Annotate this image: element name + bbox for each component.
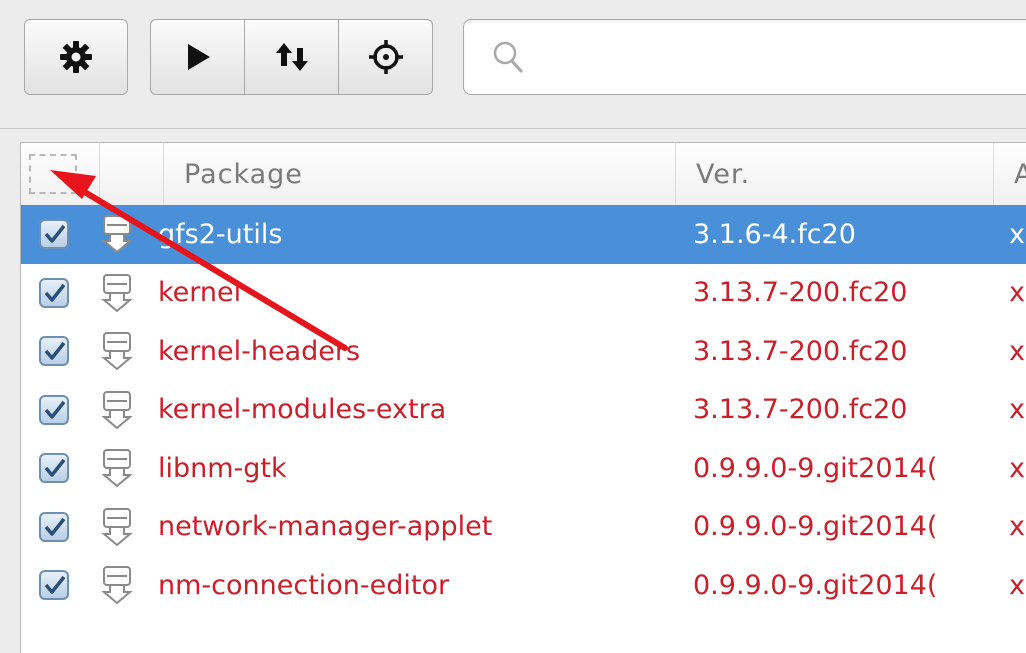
row-checkbox[interactable] [39,219,69,250]
package-name: kernel-modules-extra [158,394,447,426]
play-icon [187,44,210,70]
checkmark-icon [44,342,66,360]
column-header-version: Ver. [696,158,751,190]
gear-icon [60,41,92,73]
package-arch: x [1009,335,1025,367]
run-button[interactable] [150,19,245,95]
target-button[interactable] [338,19,433,95]
table-row[interactable]: network-manager-applet 0.9.9.0-9.git2014… [21,498,1026,557]
package-arch: x [1009,452,1025,484]
search-field[interactable] [463,19,1026,95]
checkmark-icon [44,576,66,594]
package-version: 0.9.9.0-9.git2014( [693,452,938,484]
action-button-group [150,19,434,95]
row-checkbox[interactable] [39,570,69,601]
row-checkbox[interactable] [39,277,69,308]
header-version-column[interactable]: Ver. [675,143,993,205]
table-body: gfs2-utils 3.1.6-4.fc20 x kernel 3.13.7-… [21,205,1026,615]
checkmark-icon [44,459,66,477]
checkmark-icon [44,517,66,536]
settings-button[interactable] [24,19,128,95]
search-input[interactable] [534,30,1026,86]
package-update-icon [101,273,133,313]
package-update-icon [101,449,133,488]
up-down-arrows-icon [275,43,308,71]
crosshair-icon [368,40,403,74]
package-arch: x [1009,277,1025,309]
package-update-icon [101,507,133,547]
column-header-arch: A [1014,158,1026,190]
package-table: Package Ver. A gfs2-utils 3.1.6-4.fc20 x… [20,142,1026,653]
header-select-column [21,143,99,205]
table-row[interactable]: gfs2-utils 3.1.6-4.fc20 x [21,205,1026,264]
header-package-column[interactable]: Package [163,143,675,205]
search-icon [493,41,523,73]
package-version: 0.9.9.0-9.git2014( [693,569,938,601]
row-checkbox[interactable] [39,453,69,484]
table-row[interactable]: libnm-gtk 0.9.9.0-9.git2014( x [21,439,1026,498]
header-icon-column[interactable] [99,143,163,205]
checkmark-icon [44,400,66,419]
update-button[interactable] [244,19,339,95]
table-row[interactable]: nm-connection-editor 0.9.9.0-9.git2014( … [21,556,1026,615]
package-version: 3.1.6-4.fc20 [693,218,856,250]
package-version: 3.13.7-200.fc20 [693,335,908,367]
package-name: libnm-gtk [158,452,287,484]
package-name: nm-connection-editor [158,569,450,601]
package-arch: x [1009,394,1025,426]
toolbar [0,0,1026,129]
row-checkbox[interactable] [39,394,69,425]
package-version: 3.13.7-200.fc20 [693,394,908,426]
checkmark-icon [44,225,66,243]
package-name: network-manager-applet [158,511,493,543]
package-name: kernel [158,277,242,309]
table-row[interactable]: kernel-modules-extra 3.13.7-200.fc20 x [21,381,1026,440]
package-name: kernel-headers [158,335,361,367]
package-version: 0.9.9.0-9.git2014( [693,511,938,543]
package-update-icon [101,215,133,254]
table-row[interactable]: kernel-headers 3.13.7-200.fc20 x [21,322,1026,381]
checkmark-icon [44,283,66,302]
package-update-icon [101,332,133,371]
header-arch-column[interactable]: A [993,143,1026,205]
package-update-icon [101,390,133,430]
package-name: gfs2-utils [158,218,283,250]
package-arch: x [1009,511,1025,543]
package-arch: x [1009,218,1025,250]
table-row[interactable]: kernel 3.13.7-200.fc20 x [21,264,1026,323]
package-version: 3.13.7-200.fc20 [693,277,908,309]
package-update-icon [101,566,133,605]
row-checkbox[interactable] [39,336,69,367]
column-header-package: Package [184,158,303,190]
select-all-checkbox[interactable] [29,154,77,194]
package-arch: x [1009,569,1025,601]
row-checkbox[interactable] [39,511,69,542]
table-header: Package Ver. A [21,143,1026,206]
